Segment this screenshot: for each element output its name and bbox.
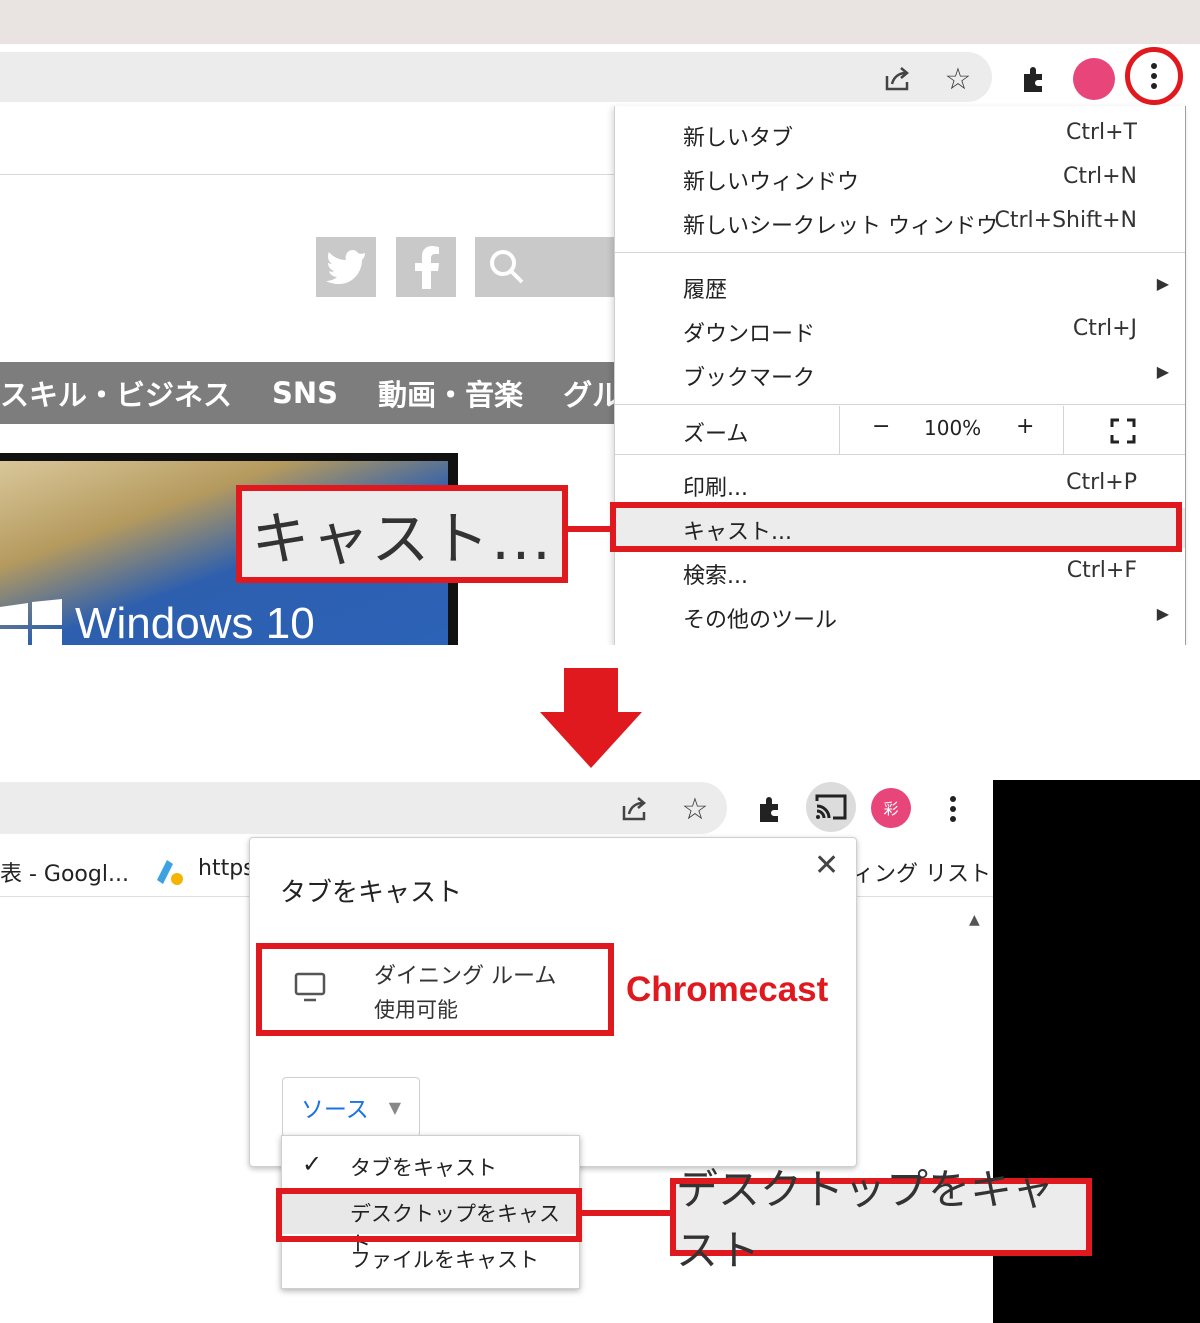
source-option-tab[interactable]: ✓ タブをキャスト [282,1144,579,1188]
nav-item-gourmet[interactable]: グル [563,372,621,414]
menu-separator [615,404,1185,405]
nav-item-skill-business[interactable]: スキル・ビジネス [0,372,232,414]
menu-item-new-tab[interactable]: 新しいタブ Ctrl+T [615,114,1185,154]
submenu-arrow-icon: ▶ [1156,362,1169,381]
option-label: ファイルをキャスト [350,1248,539,1272]
menu-item-bookmarks[interactable]: ブックマーク ▶ [615,354,1185,394]
bookmark-favicon-icon [157,860,183,885]
zoom-controls: − 100% + [839,406,1064,454]
article-image-text: Windows 10 [75,599,315,645]
menu-label: ダウンロード [683,322,816,347]
fullscreen-button[interactable] [1063,406,1186,454]
windows-logo-icon [0,599,62,645]
share-icon[interactable] [880,62,914,96]
menu-shortcut: Ctrl+F [1066,558,1137,583]
star-icon[interactable]: ☆ [941,62,975,97]
nav-item-video-music[interactable]: 動画・音楽 [378,372,523,414]
profile-avatar[interactable] [1073,58,1115,100]
cast-icon[interactable] [806,782,856,832]
source-option-file[interactable]: ファイルをキャスト [282,1236,579,1280]
fullscreen-icon [1110,418,1136,444]
top-screenshot: ☆ スキル・ビジネス SNS 動画・音楽 グル Windows 10 新しいタブ [0,0,1200,645]
scroll-up-icon[interactable]: ▲ [969,912,980,928]
zoom-out-button[interactable]: − [872,414,890,439]
menu-item-print[interactable]: 印刷... Ctrl+P [615,464,1185,504]
menu-shortcut: Ctrl+Shift+N [994,208,1137,233]
bookmark-item[interactable]: 表 - Googl... [0,856,129,888]
desktop-highlight-box [276,1188,582,1242]
menu-label: ズーム [683,422,749,447]
facebook-icon[interactable] [396,237,456,297]
submenu-arrow-icon: ▶ [1156,274,1169,293]
menu-shortcut: Ctrl+T [1065,120,1137,145]
share-icon[interactable] [617,792,651,826]
menu-item-new-window[interactable]: 新しいウィンドウ Ctrl+N [615,158,1185,198]
twitter-icon[interactable] [316,237,376,297]
bookmark-item[interactable]: https [198,856,255,881]
dropdown-caret-icon: ▼ [388,1097,402,1117]
menu-separator [615,454,1185,455]
cast-callout: キャスト... [236,485,568,583]
menu-item-more-tools[interactable]: その他のツール ▶ [615,596,1185,636]
kebab-menu-icon[interactable] [1136,58,1172,94]
menu-shortcut: Ctrl+P [1066,470,1137,495]
close-icon[interactable]: ✕ [814,848,839,883]
menu-item-incognito[interactable]: 新しいシークレット ウィンドウ Ctrl+Shift+N [615,202,1185,242]
site-search-icon[interactable] [475,237,614,297]
cast-highlight-box [610,502,1182,552]
site-nav-bar: スキル・ビジネス SNS 動画・音楽 グル [0,362,621,424]
desktop-callout: デスクトップをキャスト [670,1165,1092,1275]
menu-label: ブックマーク [683,366,816,391]
menu-shortcut: Ctrl+J [1072,316,1137,341]
menu-label: 新しいウィンドウ [683,170,860,195]
menu-separator [615,252,1185,253]
menu-item-history[interactable]: 履歴 ▶ [615,266,1185,306]
menu-label: その他のツール [683,608,838,633]
submenu-arrow-icon: ▶ [1156,604,1169,623]
menu-shortcut: Ctrl+N [1062,164,1137,189]
menu-item-search[interactable]: 検索... Ctrl+F [615,552,1185,592]
chrome-main-menu: 新しいタブ Ctrl+T 新しいウィンドウ Ctrl+N 新しいシークレット ウ… [614,106,1186,645]
menu-label: 新しいシークレット ウィンドウ [683,214,998,239]
menu-item-downloads[interactable]: ダウンロード Ctrl+J [615,310,1185,350]
chromecast-highlight-box [256,943,614,1036]
check-icon: ✓ [302,1150,323,1178]
callout-connector [563,526,613,532]
bottom-screenshot: ☆ 彩 表 - Googl... https ィング リスト ▲ タブをキャスト… [0,780,1200,1323]
source-dropdown-button[interactable]: ソース ▼ [282,1077,420,1137]
menu-label: 印刷... [683,476,748,501]
zoom-value: 100% [924,416,982,440]
window-titlebar [0,0,1200,44]
star-icon[interactable]: ☆ [678,792,712,827]
option-label: タブをキャスト [350,1156,497,1180]
menu-label: 検索... [683,564,748,589]
menu-label: 新しいタブ [683,126,794,151]
menu-item-zoom: ズーム − 100% + [615,406,1185,454]
zoom-in-button[interactable]: + [1016,414,1034,439]
dialog-title: タブをキャスト [280,878,463,908]
nav-item-sns[interactable]: SNS [272,376,338,410]
address-bar[interactable] [0,52,992,102]
menu-label: 履歴 [683,278,728,303]
chromecast-annotation: Chromecast [626,970,829,1009]
extensions-icon[interactable] [750,790,790,830]
reading-list[interactable]: ィング リスト [852,856,991,888]
callout-connector [580,1210,674,1216]
kebab-menu-icon[interactable] [936,792,970,826]
source-label: ソース [300,1097,369,1123]
page-divider [0,174,614,175]
extensions-icon[interactable] [1014,60,1054,100]
profile-avatar[interactable]: 彩 [871,788,911,828]
down-arrow-icon [540,668,642,768]
